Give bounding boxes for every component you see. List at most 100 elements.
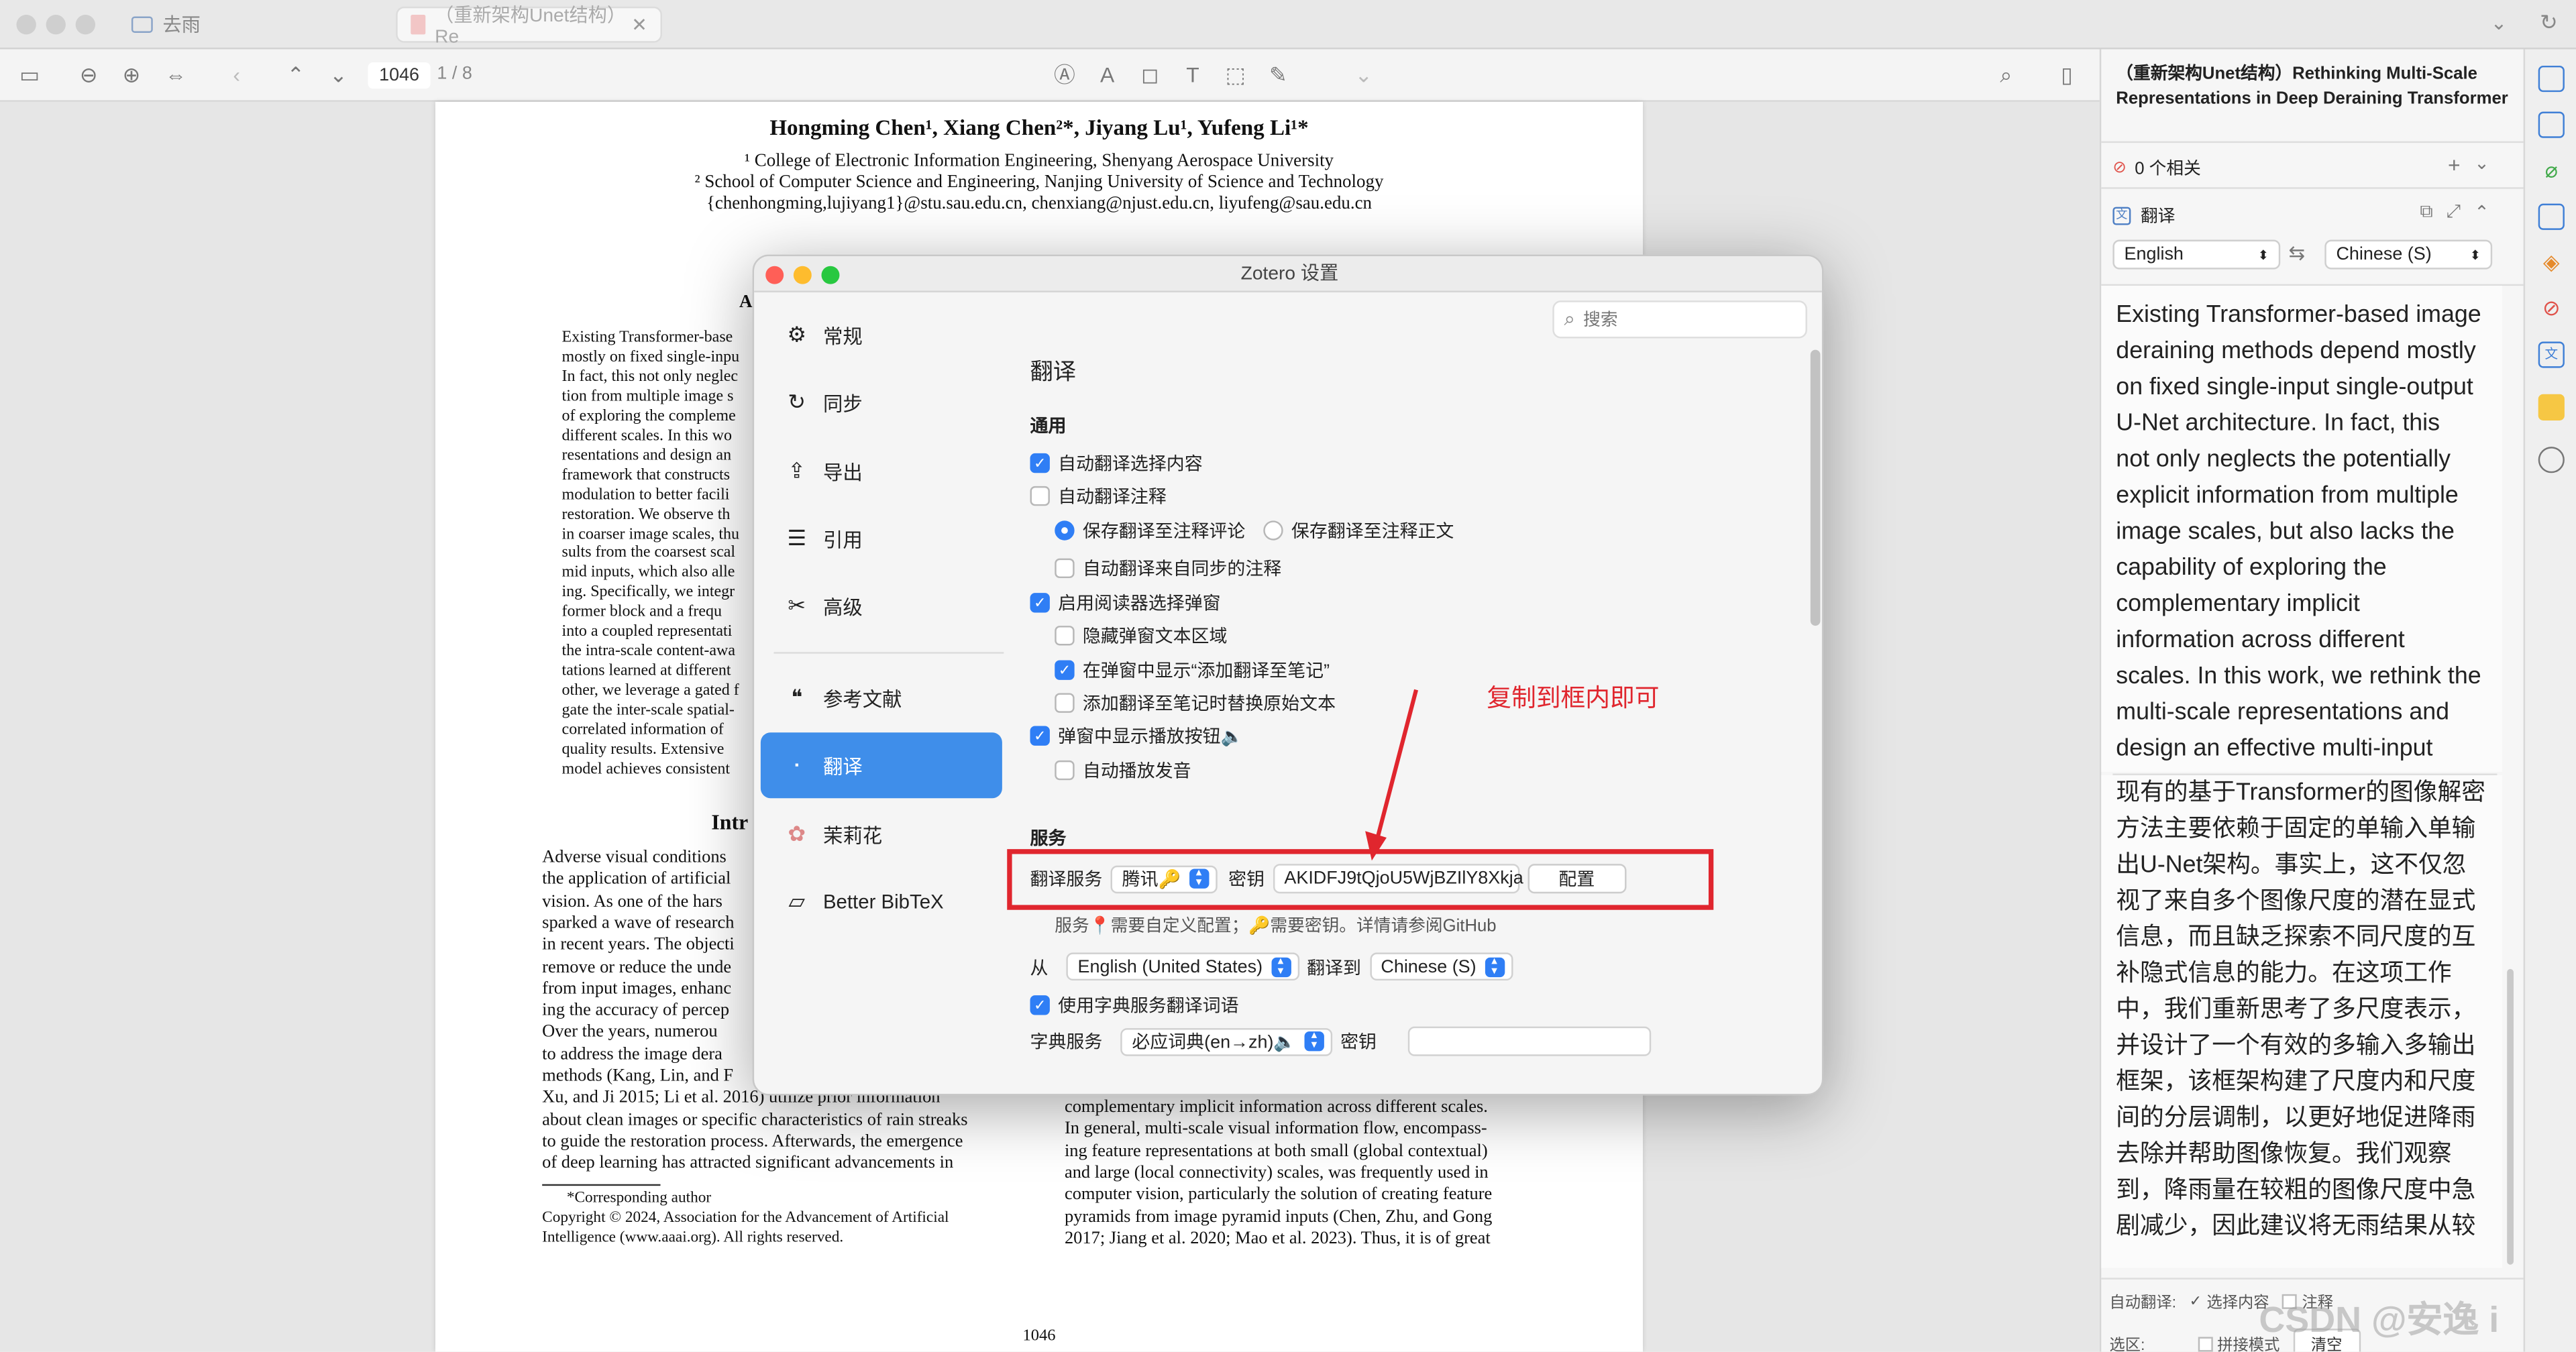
settings-search-input[interactable]	[1583, 309, 1781, 330]
nav-item-7[interactable]: ▪ 翻译	[760, 732, 1002, 799]
translate-section-header[interactable]: 文 翻译	[2112, 204, 2175, 229]
back-icon[interactable]: ‹	[223, 62, 250, 89]
tab-library[interactable]: 去雨	[118, 7, 213, 43]
nav-item-2[interactable]: ↻ 同步	[761, 370, 1002, 435]
from-language-select[interactable]: English (United States) ▴ ▾	[1066, 952, 1299, 981]
nav-item-9[interactable]: ▱ Better BibTeX	[761, 869, 1002, 935]
tag-icon[interactable]: ◈	[2538, 249, 2565, 276]
prev-page-icon[interactable]: ⌃	[282, 62, 309, 89]
collapse-translate-icon[interactable]: ⌃	[2474, 202, 2489, 223]
page-input[interactable]: 1046	[368, 62, 431, 89]
to-language-select[interactable]: Chinese (S) ▴ ▾	[1369, 952, 1513, 981]
zoom-in-icon[interactable]: ⊕	[118, 62, 144, 89]
replace-original-checkbox[interactable]	[1055, 693, 1075, 713]
source-text-line: scales. In this work, we rethink the	[2116, 663, 2481, 690]
next-page-icon[interactable]: ⌄	[325, 62, 352, 89]
collapse-related-icon[interactable]: ⌄	[2474, 153, 2489, 174]
select-content-checkbox[interactable]: ✓ 选择内容	[2190, 1289, 2269, 1312]
target-language-select[interactable]: Chinese (S) ⬍	[2324, 239, 2493, 270]
show-play-button-row[interactable]: ✓ 弹窗中显示播放按钮🔈	[1030, 723, 1243, 749]
add-related-icon[interactable]: +	[2448, 153, 2461, 178]
auto-play-row[interactable]: 自动播放发音	[1055, 757, 1191, 783]
auto-translate-sync-checkbox[interactable]	[1055, 558, 1075, 579]
note-icon[interactable]: ◻	[1137, 62, 1163, 89]
gear-icon: ⚙	[787, 322, 807, 347]
auto-play-checkbox[interactable]	[1055, 760, 1075, 781]
show-add-to-note-checkbox[interactable]: ✓	[1055, 660, 1075, 680]
nav-item-3[interactable]: ⇪ 导出	[761, 439, 1002, 504]
replace-original-row[interactable]: 添加翻译至笔记时替换原始文本	[1055, 690, 1336, 716]
minimize-window-button[interactable]	[46, 15, 66, 35]
color-dropdown-icon[interactable]: ⌄	[1350, 62, 1377, 89]
save-to-body-radio[interactable]	[1263, 520, 1283, 541]
nav-item-8[interactable]: ✿ 茉莉花	[761, 801, 1002, 867]
search-icon[interactable]: ⌕	[1993, 62, 2019, 89]
library-icon[interactable]	[2538, 203, 2565, 230]
source-language-select[interactable]: English ⬍	[2112, 239, 2281, 270]
nav-item-4[interactable]: ☰ 引用	[761, 506, 1002, 571]
folder-icon	[131, 16, 153, 33]
zoom-out-icon[interactable]: ⊖	[76, 62, 102, 89]
sidebar-toggle-icon[interactable]: ▭	[16, 62, 42, 89]
translation-text-line: 出U-Net架构。事实上，这不仅忽	[2116, 852, 2467, 879]
right-column-line: and large (local connectivity) scales, w…	[1064, 1162, 1489, 1183]
locate-icon[interactable]	[2538, 447, 2565, 473]
hide-popup-text-row[interactable]: 隐藏弹窗文本区域	[1055, 622, 1227, 649]
auto-translate-selection-row[interactable]: ✓ 自动翻译选择内容	[1030, 450, 1203, 476]
hide-popup-text-checkbox[interactable]	[1055, 626, 1075, 646]
translate-icon: ▪	[794, 759, 799, 771]
use-dictionary-checkbox[interactable]: ✓	[1030, 995, 1050, 1015]
auto-translate-selection-checkbox[interactable]: ✓	[1030, 453, 1050, 473]
settings-search[interactable]: ⌕	[1552, 300, 1807, 339]
dialog-zoom-button[interactable]	[821, 266, 840, 284]
fit-width-icon[interactable]: ⇔	[162, 62, 189, 89]
auto-translate-annotation-checkbox[interactable]	[1030, 486, 1050, 506]
text-icon[interactable]: T	[1179, 62, 1205, 89]
draw-icon[interactable]: ✎	[1265, 62, 1291, 89]
zoom-window-button[interactable]	[75, 15, 96, 35]
source-text-line: on fixed single-input single-output	[2116, 374, 2473, 401]
service-hint: 服务📍需要自定义配置；🔑需要密钥。详情请参阅GitHub	[1055, 916, 1497, 936]
scrollbar[interactable]	[2507, 968, 2514, 1265]
abstract-icon[interactable]	[2538, 111, 2565, 138]
attachment-icon[interactable]: ⌀	[2538, 158, 2565, 184]
close-window-button[interactable]	[16, 15, 36, 35]
nav-item-6[interactable]: ❝ 参考文献	[761, 665, 1002, 731]
related-icon[interactable]: ⊘	[2538, 296, 2565, 322]
nav-item-1[interactable]: ⚙ 常规	[761, 302, 1002, 368]
enable-popup-checkbox[interactable]: ✓	[1030, 593, 1050, 613]
context-pane-toggle-icon[interactable]: ▯	[2053, 62, 2080, 89]
highlight-icon[interactable]: A	[1094, 62, 1120, 89]
refresh-icon[interactable]: ↻	[2540, 10, 2558, 36]
info-icon[interactable]	[2538, 65, 2565, 93]
tab-pdf[interactable]: （重新架构Unet结构）Re ✕	[396, 6, 662, 48]
expand-icon[interactable]: ⤢	[2447, 202, 2461, 223]
auto-translate-sync-row[interactable]: 自动翻译来自同步的注释	[1055, 555, 1281, 581]
area-select-icon[interactable]: ⬚	[1222, 62, 1248, 89]
source-text-area[interactable]: Existing Transformer-based image derainin…	[2101, 286, 2502, 773]
select-text-icon[interactable]: Ⓐ	[1051, 62, 1077, 89]
notes-icon[interactable]	[2538, 394, 2565, 420]
close-tab-icon[interactable]: ✕	[631, 13, 647, 36]
translation-text-area[interactable]: 现有的基于Transformer的图像解密 方法主要依赖于固定的单输入单输 出U-N…	[2101, 775, 2502, 1268]
settings-scrollbar[interactable]	[1810, 349, 1821, 626]
use-dictionary-row[interactable]: ✓ 使用字典服务翻译词语	[1030, 992, 1239, 1018]
save-to-comment-radio[interactable]	[1055, 520, 1075, 541]
source-text-line: design an effective multi-input	[2116, 736, 2433, 763]
swap-languages-icon[interactable]: ⇆	[2288, 241, 2305, 264]
enable-popup-row[interactable]: ✓ 启用阅读器选择弹窗	[1030, 589, 1221, 616]
chevron-down-icon[interactable]: ⌄	[2491, 11, 2508, 34]
dialog-close-button[interactable]	[765, 266, 784, 284]
dialog-minimize-button[interactable]	[793, 266, 812, 284]
open-window-icon[interactable]: ⧉	[2420, 202, 2432, 223]
translate-nav-icon[interactable]: 文	[2538, 341, 2565, 368]
dictionary-key-input[interactable]	[1407, 1026, 1651, 1056]
related-section[interactable]: ⊘ 0 个相关	[2112, 156, 2200, 181]
show-play-button-checkbox[interactable]: ✓	[1030, 726, 1050, 746]
nav-item-5[interactable]: ✂ 高级	[761, 573, 1002, 639]
dictionary-select[interactable]: 必应词典(en→zh)🔈 ▴ ▾	[1120, 1027, 1332, 1056]
auto-translate-annotation-row[interactable]: 自动翻译注释	[1030, 483, 1167, 509]
intro-heading: Intr	[711, 809, 749, 835]
show-add-to-note-row[interactable]: ✓ 在弹窗中显示“添加翻译至笔记”	[1055, 657, 1330, 683]
source-text-line: image scales, but also lacks the	[2116, 518, 2455, 546]
